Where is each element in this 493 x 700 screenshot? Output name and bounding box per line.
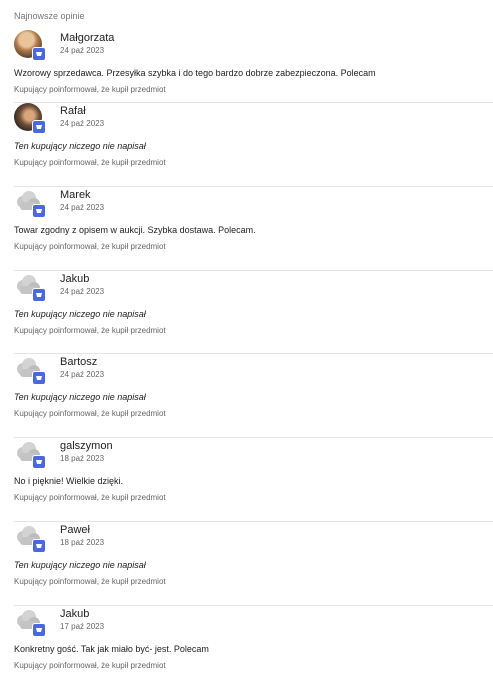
review-date: 24 paź 2023 (60, 286, 105, 296)
purchase-info: Kupujący poinformował, że kupił przedmio… (14, 85, 166, 94)
reviewer-name[interactable]: Małgorzata (60, 32, 114, 44)
review-text: Ten kupujący niczego nie napisał (14, 308, 146, 319)
buyer-cart-icon (32, 622, 46, 637)
buyer-cart-icon (32, 538, 46, 553)
review-item: Małgorzata 24 paź 2023 Wzorowy sprzedawc… (14, 30, 493, 103)
reviewer-name[interactable]: Bartosz (60, 356, 97, 368)
buyer-cart-icon (32, 47, 46, 61)
review-text: Ten kupujący niczego nie napisał (14, 141, 146, 151)
review-item: Marek 24 paź 2023 Towar zgodny z opisem … (14, 187, 493, 271)
avatar[interactable] (14, 354, 46, 386)
review-text: Ten kupujący niczego nie napisał (14, 559, 146, 570)
purchase-info: Kupujący poinformował, że kupił przedmio… (14, 325, 166, 335)
review-text: Konkretny gość. Tak jak miało być- jest.… (14, 643, 209, 654)
review-item: galszymon 18 paź 2023 No i pięknie! Wiel… (14, 438, 493, 522)
reviewer-name[interactable]: galszymon (60, 440, 113, 452)
avatar[interactable] (14, 187, 46, 219)
reviewer-name[interactable]: Marek (60, 189, 91, 201)
review-date: 18 paź 2023 (60, 454, 105, 464)
purchase-info: Kupujący poinformował, że kupił przedmio… (14, 158, 166, 167)
review-text: Ten kupujący niczego nie napisał (14, 392, 146, 403)
review-date: 24 paź 2023 (60, 119, 105, 128)
review-item: Jakub 17 paź 2023 Konkretny gość. Tak ja… (14, 606, 493, 690)
buyer-cart-icon (32, 287, 46, 302)
section-title: Najnowsze opinie (14, 11, 85, 21)
review-date: 24 paź 2023 (60, 370, 105, 380)
reviews-page: Najnowsze opinie Małgorzata 24 paź 2023 … (0, 0, 493, 700)
review-item: Jakub 24 paź 2023 Ten kupujący niczego n… (14, 271, 493, 355)
reviewer-name[interactable]: Jakub (60, 608, 89, 620)
review-date: 18 paź 2023 (60, 537, 105, 547)
avatar[interactable] (14, 103, 46, 135)
buyer-cart-icon (32, 371, 46, 386)
review-item: Paweł 18 paź 2023 Ten kupujący niczego n… (14, 522, 493, 606)
avatar[interactable] (14, 522, 46, 554)
purchase-info: Kupujący poinformował, że kupił przedmio… (14, 409, 166, 419)
avatar[interactable] (14, 606, 46, 638)
review-text: Towar zgodny z opisem w aukcji. Szybka d… (14, 224, 256, 235)
avatar[interactable] (14, 30, 46, 62)
review-list: Małgorzata 24 paź 2023 Wzorowy sprzedawc… (14, 30, 493, 690)
purchase-info: Kupujący poinformował, że kupił przedmio… (14, 241, 166, 251)
buyer-cart-icon (32, 120, 46, 134)
purchase-info: Kupujący poinformował, że kupił przedmio… (14, 576, 166, 586)
review-text: Wzorowy sprzedawca. Przesyłka szybka i d… (14, 68, 376, 78)
buyer-cart-icon (32, 203, 46, 218)
avatar[interactable] (14, 271, 46, 303)
review-text: No i pięknie! Wielkie dzięki. (14, 476, 124, 487)
reviewer-name[interactable]: Jakub (60, 273, 89, 285)
review-date: 24 paź 2023 (60, 46, 105, 55)
review-date: 17 paź 2023 (60, 621, 105, 631)
reviewer-name[interactable]: Rafał (60, 105, 86, 117)
buyer-cart-icon (32, 455, 46, 470)
review-item: Rafał 24 paź 2023 Ten kupujący niczego n… (14, 103, 493, 187)
purchase-info: Kupujący poinformował, że kupił przedmio… (14, 660, 166, 670)
purchase-info: Kupujący poinformował, że kupił przedmio… (14, 493, 166, 503)
reviewer-name[interactable]: Paweł (60, 524, 90, 536)
review-item: Bartosz 24 paź 2023 Ten kupujący niczego… (14, 354, 493, 439)
avatar[interactable] (14, 438, 46, 470)
review-date: 24 paź 2023 (60, 202, 105, 212)
